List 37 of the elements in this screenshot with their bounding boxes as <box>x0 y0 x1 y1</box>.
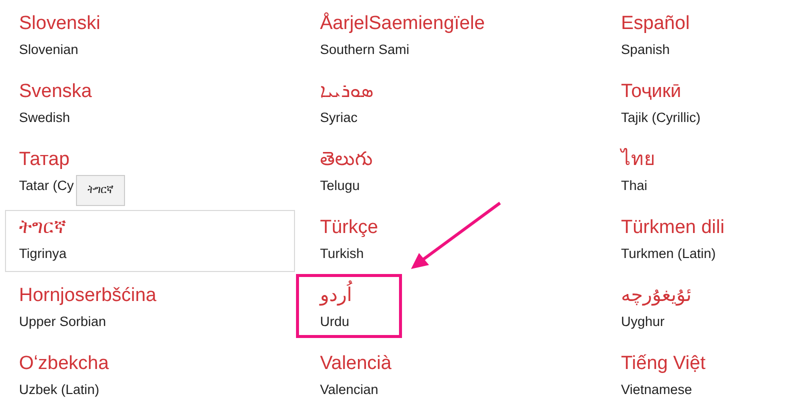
language-english-name: Valencian <box>320 381 378 399</box>
language-english-name: Telugu <box>320 177 360 195</box>
language-english-name: Tatar (Cy <box>19 177 74 195</box>
language-native-name: Svenska <box>19 80 92 104</box>
language-english-name: Tajik (Cyrillic) <box>621 109 700 127</box>
language-english-name: Spanish <box>621 41 670 59</box>
language-english-name: Slovenian <box>19 41 78 59</box>
language-native-name: Türkçe <box>320 216 378 240</box>
language-native-name: Татар <box>19 148 70 172</box>
language-english-name: Thai <box>621 177 648 195</box>
language-native-name: Hornjoserbšćina <box>19 284 156 308</box>
language-native-name: Tiếng Việt <box>621 352 706 376</box>
language-english-name: Uyghur <box>621 313 665 331</box>
language-english-name: Turkish <box>320 245 364 263</box>
language-native-name: Тоҷикӣ <box>621 80 682 104</box>
language-native-name: ܣܘܪܝܝܐ <box>320 80 374 104</box>
language-english-name: Swedish <box>19 109 70 127</box>
language-english-name: Uzbek (Latin) <box>19 381 100 399</box>
language-english-name: Southern Sami <box>320 41 410 59</box>
language-native-name: Valencià <box>320 352 392 376</box>
language-english-name: Turkmen (Latin) <box>621 245 716 263</box>
language-native-name: ไทย <box>621 147 655 172</box>
tooltip: ትግርኛ <box>76 175 125 206</box>
language-native-name: Türkmen dili <box>621 216 724 240</box>
hovered-tile[interactable]: ትግርኛ Tigrinya <box>5 210 295 272</box>
language-native-name: Oʻzbekcha <box>19 352 109 376</box>
language-native-name: ÅarjelSaemiengïele <box>320 11 485 36</box>
language-native-name: ئۇيغۇرچە <box>621 284 692 308</box>
language-native-name: ትግርኛ <box>19 216 66 240</box>
language-native-name: Slovenski <box>19 12 100 36</box>
language-english-name: Syriac <box>320 109 358 127</box>
language-english-name: Vietnamese <box>621 381 692 399</box>
language-native-name: తెలుగు <box>320 148 373 172</box>
language-english-name: Tigrinya <box>19 245 67 263</box>
language-english-name: Urdu <box>320 313 350 331</box>
language-english-name: Upper Sorbian <box>19 313 106 331</box>
language-native-name: Español <box>621 12 690 36</box>
